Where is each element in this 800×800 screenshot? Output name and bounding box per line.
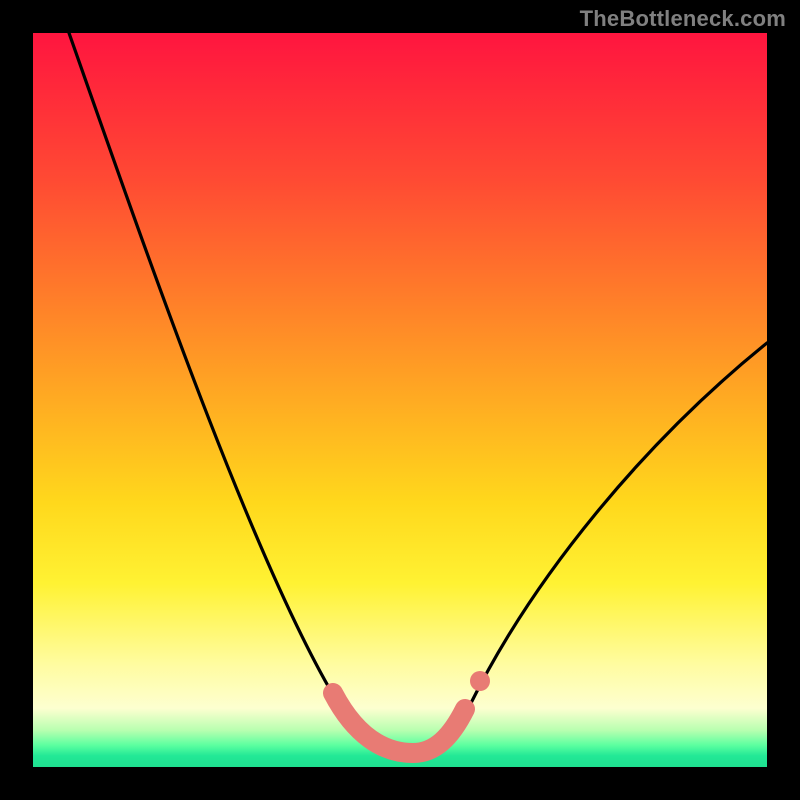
curve-overlay bbox=[33, 33, 767, 767]
highlight-segment bbox=[333, 693, 465, 753]
plot-area bbox=[33, 33, 767, 767]
highlight-dot bbox=[470, 671, 490, 691]
chart-frame: TheBottleneck.com bbox=[0, 0, 800, 800]
watermark-text: TheBottleneck.com bbox=[580, 6, 786, 32]
bottleneck-curve bbox=[69, 33, 767, 755]
